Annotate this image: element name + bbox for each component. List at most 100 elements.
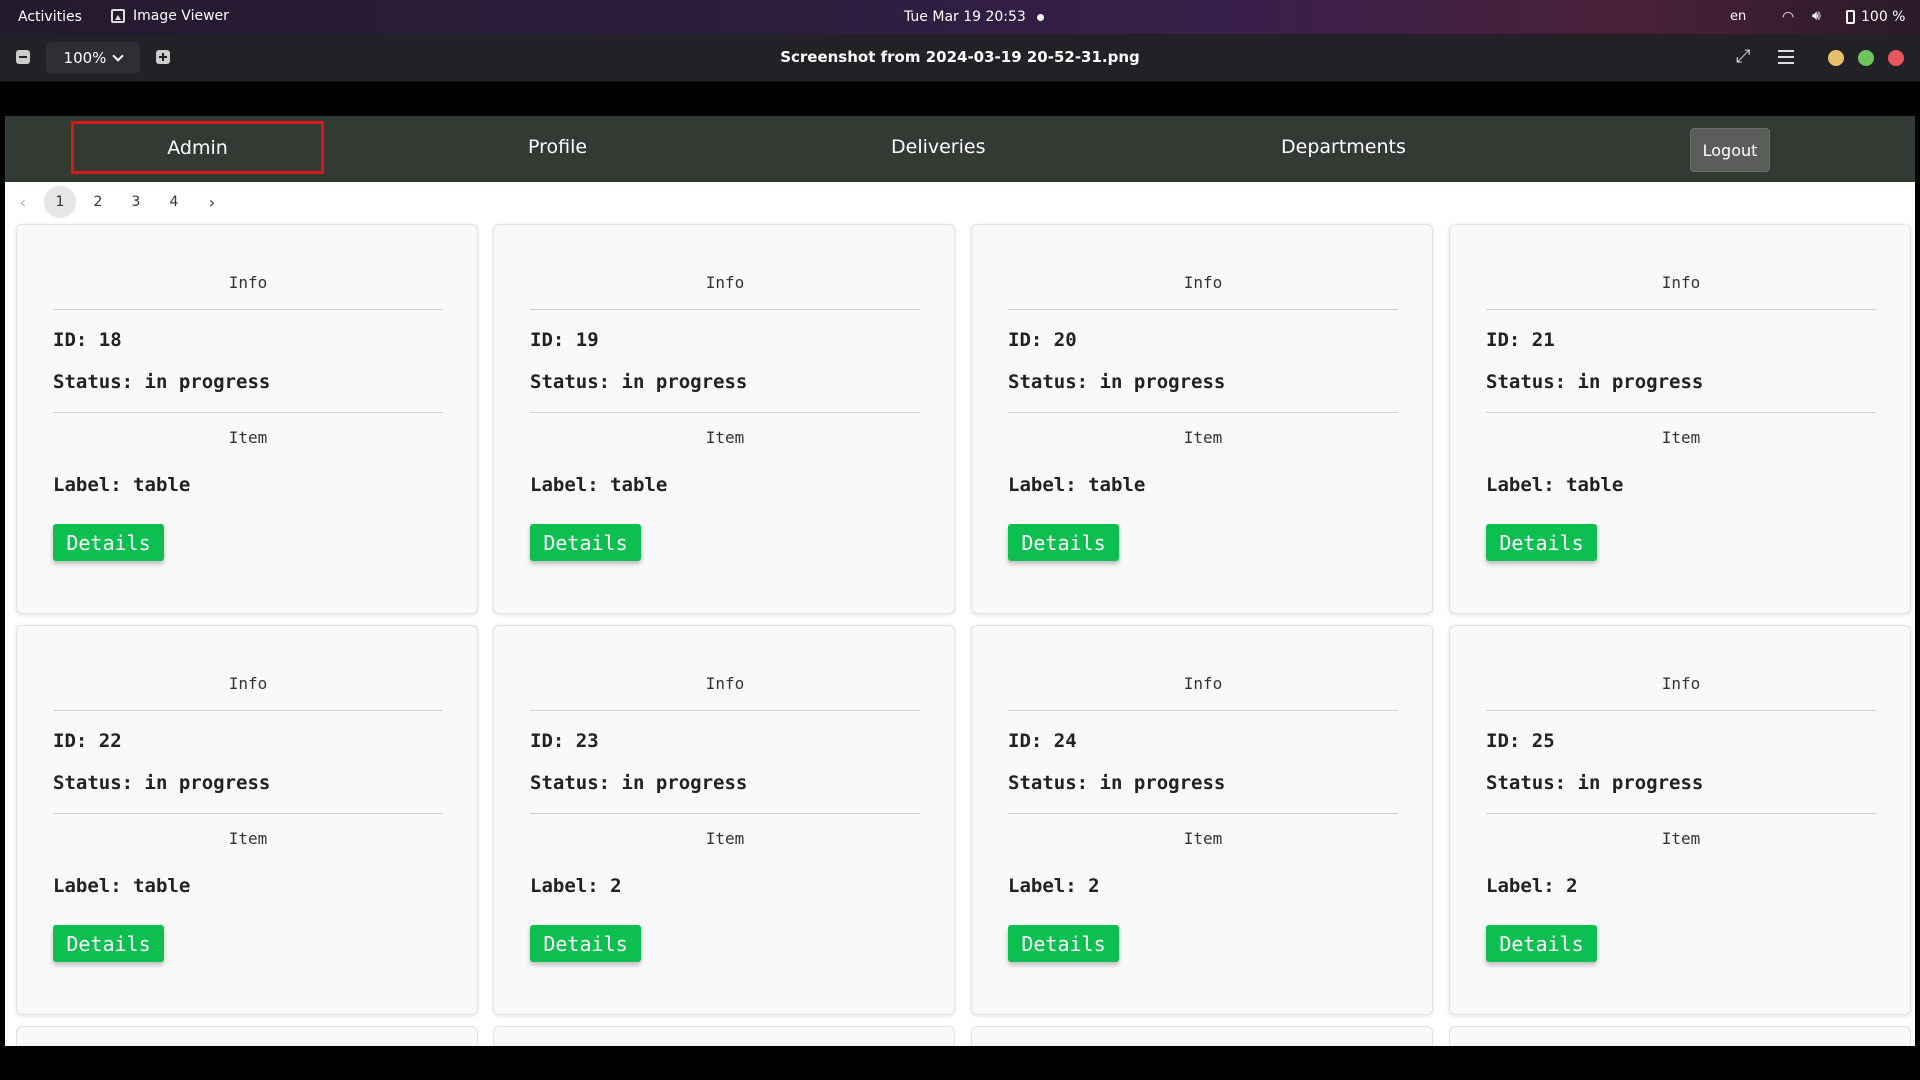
minimize-button[interactable] bbox=[1828, 50, 1844, 66]
delivery-card: Info ID: 22 Status: in progress Item Lab… bbox=[16, 625, 478, 1015]
displayed-screenshot: Admin Profile Deliveries Departments Log… bbox=[5, 116, 1915, 1046]
card-label: Label: table bbox=[53, 474, 191, 496]
card-status: Status: in progress bbox=[53, 371, 271, 393]
delivery-card: Info ID: 21 Status: in progress Item Lab… bbox=[1449, 224, 1911, 614]
divider bbox=[1008, 412, 1398, 413]
item-heading: Item bbox=[705, 428, 745, 447]
card-id: ID: 25 bbox=[1486, 730, 1555, 752]
maximize-button[interactable] bbox=[1858, 50, 1874, 66]
nav-admin-label: Admin bbox=[167, 136, 228, 159]
divider bbox=[530, 412, 920, 413]
zoom-in-button[interactable] bbox=[156, 50, 170, 64]
card-status: Status: in progress bbox=[530, 371, 748, 393]
card-id: ID: 21 bbox=[1486, 329, 1555, 351]
card-id: ID: 24 bbox=[1008, 730, 1077, 752]
card-status: Status: in progress bbox=[1008, 371, 1226, 393]
notification-dot-icon bbox=[1037, 14, 1044, 21]
card-id: ID: 19 bbox=[530, 329, 599, 351]
info-heading: Info bbox=[228, 273, 268, 292]
system-top-bar: Activities Image Viewer Tue Mar 19 20:53… bbox=[0, 0, 1920, 34]
app-menu[interactable]: Image Viewer bbox=[111, 8, 229, 24]
divider bbox=[1008, 309, 1398, 310]
card-label: Label: 2 bbox=[530, 875, 622, 897]
zoom-level: 100% bbox=[63, 49, 107, 67]
item-heading: Item bbox=[705, 829, 745, 848]
divider bbox=[1008, 710, 1398, 711]
nav-deliveries[interactable]: Deliveries bbox=[891, 136, 986, 158]
info-heading: Info bbox=[228, 674, 268, 693]
delivery-card-partial bbox=[16, 1026, 478, 1046]
wifi-icon[interactable]: ◠ bbox=[1782, 9, 1794, 25]
details-button[interactable]: Details bbox=[1486, 524, 1597, 561]
info-heading: Info bbox=[1661, 674, 1701, 693]
card-status: Status: in progress bbox=[53, 772, 271, 794]
divider bbox=[53, 309, 443, 310]
divider bbox=[530, 710, 920, 711]
card-label: Label: table bbox=[530, 474, 668, 496]
nav-departments[interactable]: Departments bbox=[1281, 136, 1406, 158]
delivery-card-partial bbox=[971, 1026, 1433, 1046]
delivery-card: Info ID: 24 Status: in progress Item Lab… bbox=[971, 625, 1433, 1015]
item-heading: Item bbox=[228, 829, 268, 848]
divider bbox=[530, 309, 920, 310]
delivery-card-partial bbox=[1449, 1026, 1911, 1046]
logout-button[interactable]: Logout bbox=[1690, 128, 1770, 172]
chevron-down-icon bbox=[112, 50, 125, 62]
hamburger-menu-icon[interactable] bbox=[1778, 50, 1794, 64]
page-2[interactable]: 2 bbox=[82, 186, 114, 218]
item-heading: Item bbox=[1183, 829, 1223, 848]
card-status: Status: in progress bbox=[530, 772, 748, 794]
page-4[interactable]: 4 bbox=[158, 186, 190, 218]
card-id: ID: 22 bbox=[53, 730, 122, 752]
card-label: Label: 2 bbox=[1008, 875, 1100, 897]
item-heading: Item bbox=[228, 428, 268, 447]
details-button[interactable]: Details bbox=[530, 925, 641, 962]
page-1[interactable]: 1 bbox=[44, 186, 76, 218]
details-button[interactable]: Details bbox=[530, 524, 641, 561]
card-status: Status: in progress bbox=[1486, 371, 1704, 393]
delivery-card: Info ID: 19 Status: in progress Item Lab… bbox=[493, 224, 955, 614]
volume-icon[interactable]: 🔊︎ bbox=[1812, 8, 1821, 24]
app-navbar: Admin Profile Deliveries Departments Log… bbox=[5, 116, 1915, 182]
delivery-card: Info ID: 20 Status: in progress Item Lab… bbox=[971, 224, 1433, 614]
divider bbox=[1008, 813, 1398, 814]
image-viewer-icon bbox=[111, 9, 125, 23]
app-name: Image Viewer bbox=[133, 8, 229, 24]
divider bbox=[1486, 412, 1876, 413]
delivery-card: Info ID: 18 Status: in progress Item Lab… bbox=[16, 224, 478, 614]
divider bbox=[1486, 710, 1876, 711]
pagination-next-icon[interactable]: › bbox=[196, 186, 228, 218]
page-3[interactable]: 3 bbox=[120, 186, 152, 218]
card-label: Label: table bbox=[1486, 474, 1624, 496]
card-label: Label: table bbox=[53, 875, 191, 897]
card-id: ID: 18 bbox=[53, 329, 122, 351]
delivery-card-partial bbox=[493, 1026, 955, 1046]
details-button[interactable]: Details bbox=[1008, 925, 1119, 962]
details-button[interactable]: Details bbox=[1008, 524, 1119, 561]
clock[interactable]: Tue Mar 19 20:53 bbox=[904, 9, 1026, 25]
divider bbox=[53, 710, 443, 711]
details-button[interactable]: Details bbox=[53, 524, 164, 561]
input-language[interactable]: en bbox=[1730, 9, 1746, 24]
activities-button[interactable]: Activities bbox=[18, 9, 82, 25]
battery-indicator[interactable]: 100 % bbox=[1846, 9, 1905, 25]
pagination: ‹ 1 2 3 4 › bbox=[5, 184, 305, 218]
close-button[interactable] bbox=[1888, 50, 1904, 66]
nav-admin[interactable]: Admin bbox=[71, 121, 324, 174]
item-heading: Item bbox=[1183, 428, 1223, 447]
details-button[interactable]: Details bbox=[53, 925, 164, 962]
details-button[interactable]: Details bbox=[1486, 925, 1597, 962]
pagination-prev-icon[interactable]: ‹ bbox=[7, 186, 39, 218]
divider bbox=[53, 813, 443, 814]
fullscreen-icon[interactable]: ⤢ bbox=[1736, 46, 1750, 67]
info-heading: Info bbox=[1183, 674, 1223, 693]
zoom-dropdown[interactable]: 100% bbox=[46, 42, 140, 74]
divider bbox=[530, 813, 920, 814]
image-viewer-header: 100% Screenshot from 2024-03-19 20-52-31… bbox=[0, 34, 1920, 82]
battery-level: 100 % bbox=[1861, 9, 1906, 25]
divider bbox=[1486, 309, 1876, 310]
zoom-out-button[interactable] bbox=[16, 50, 30, 64]
info-heading: Info bbox=[1661, 273, 1701, 292]
card-label: Label: table bbox=[1008, 474, 1146, 496]
nav-profile[interactable]: Profile bbox=[528, 136, 587, 158]
